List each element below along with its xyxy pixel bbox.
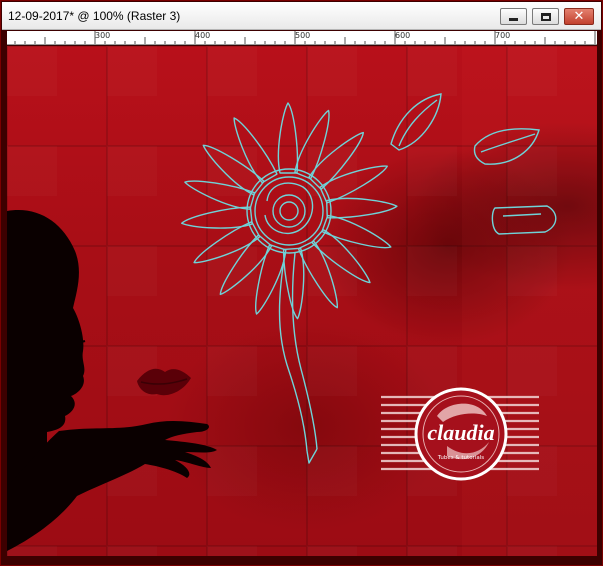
ruler-label: 400: [195, 31, 211, 40]
watermark-subtext: Tubes & tutorials: [437, 455, 484, 461]
maximize-button[interactable]: [532, 8, 559, 25]
watermark-text: claudia: [427, 420, 494, 445]
image-canvas[interactable]: claudia Tubes & tutorials: [7, 46, 597, 556]
ruler-label: 500: [295, 31, 311, 40]
close-button[interactable]: ✕: [564, 8, 594, 25]
maximize-icon: [540, 12, 551, 21]
ruler-label: 300: [95, 31, 111, 40]
ruler-label: 700: [495, 31, 511, 40]
minimize-button[interactable]: [500, 8, 527, 25]
minimize-icon: [509, 18, 518, 21]
window-title: 12-09-2017* @ 100% (Raster 3): [8, 9, 181, 23]
background-band: [462, 46, 597, 556]
close-icon: ✕: [573, 9, 585, 24]
canvas-artwork: claudia Tubes & tutorials: [7, 46, 597, 556]
image-window: 12-09-2017* @ 100% (Raster 3) ✕ 300 400 …: [0, 0, 603, 566]
ruler-label: 600: [395, 31, 411, 40]
title-bar[interactable]: 12-09-2017* @ 100% (Raster 3) ✕: [2, 2, 601, 30]
horizontal-ruler[interactable]: 300 400 500 600 700: [7, 31, 597, 45]
